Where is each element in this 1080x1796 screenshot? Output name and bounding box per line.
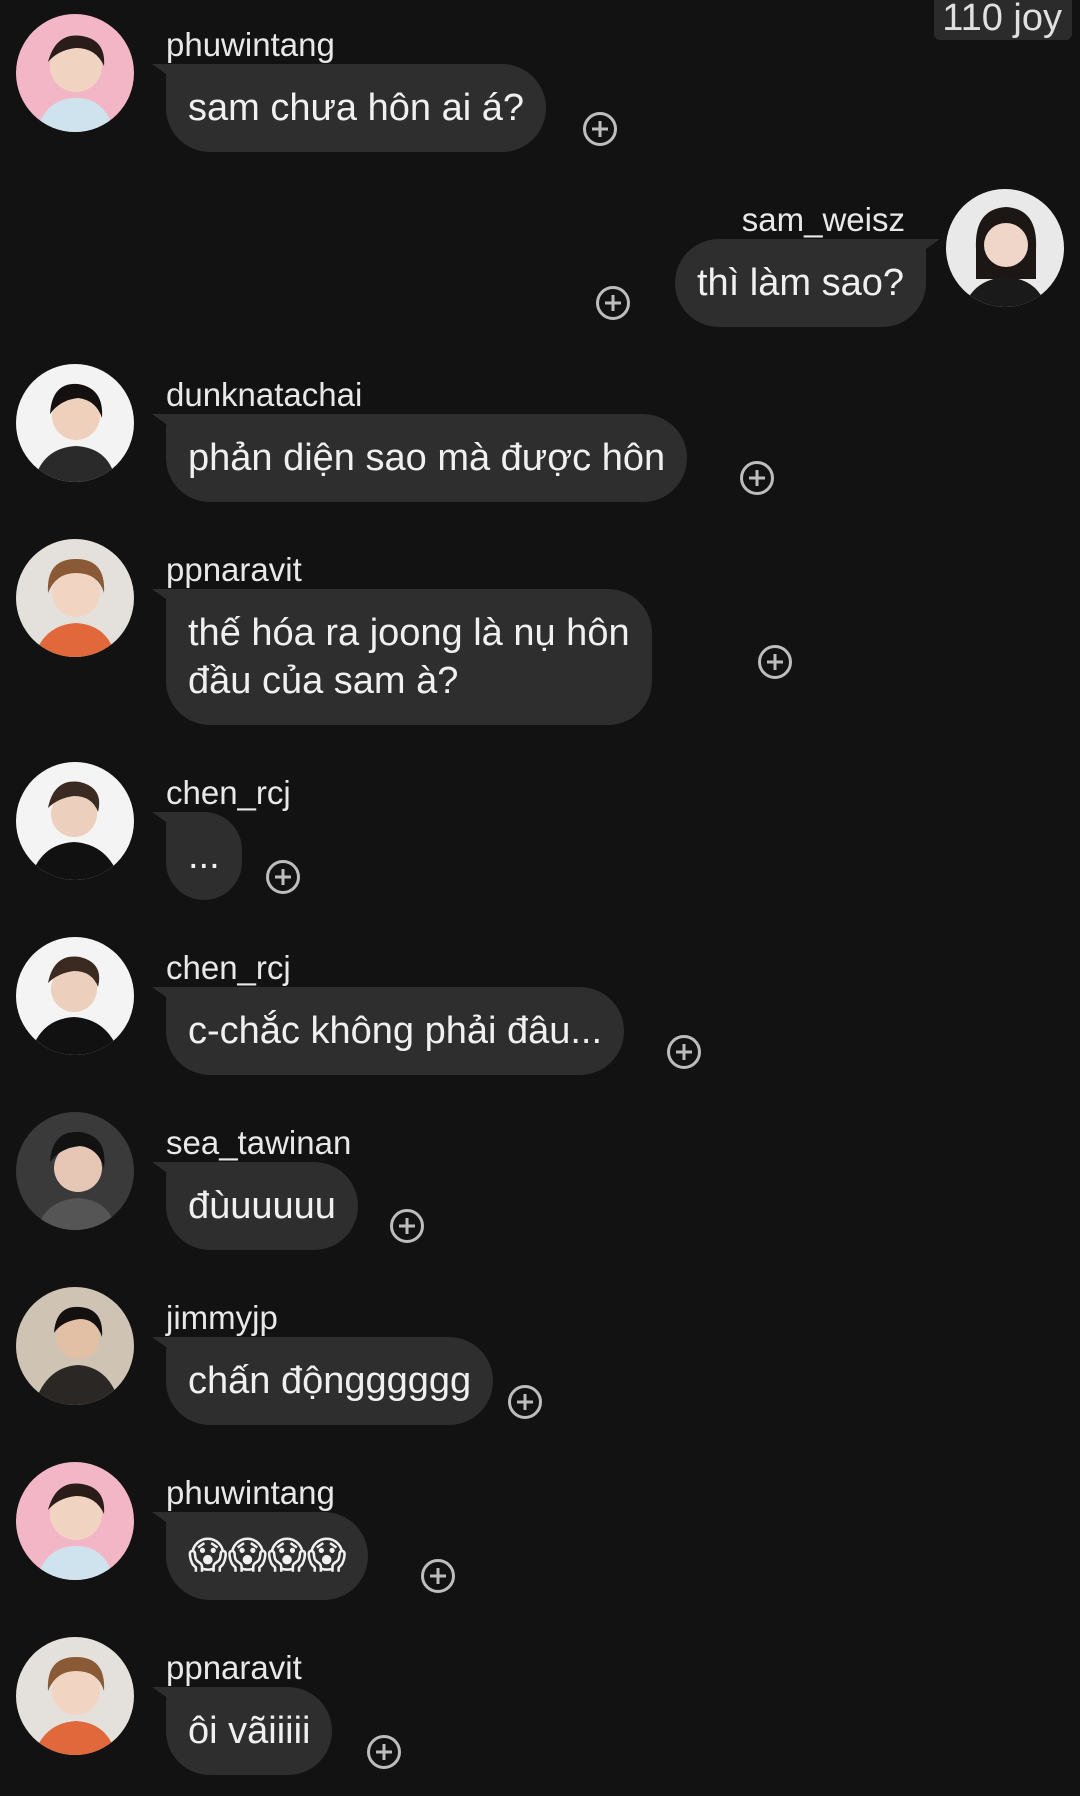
message-row: chen_rcj ... <box>0 762 1080 902</box>
message-row: sam_weisz thì làm sao? <box>0 189 1080 329</box>
message-bubble[interactable]: thế hóa ra joong là nụ hôn đầu của sam à… <box>166 589 652 725</box>
avatar[interactable] <box>16 364 134 482</box>
message-bubble[interactable]: sam chưa hôn ai á? <box>166 64 546 152</box>
avatar[interactable] <box>946 189 1064 307</box>
avatar[interactable] <box>16 14 134 132</box>
add-reaction-icon[interactable] <box>508 1385 542 1419</box>
message-bubble[interactable]: 😱😱😱😱 <box>166 1512 369 1600</box>
avatar[interactable] <box>16 937 134 1055</box>
avatar[interactable] <box>16 1462 134 1580</box>
message-row: ppnaravit thế hóa ra joong là nụ hôn đầu… <box>0 539 1080 729</box>
message-bubble[interactable]: ... <box>166 812 242 900</box>
message-row: phuwintang sam chưa hôn ai á? <box>0 14 1080 154</box>
add-reaction-icon[interactable] <box>758 645 792 679</box>
username: ppnaravit <box>166 1649 302 1686</box>
message-row: chen_rcj c-chắc không phải đâu... <box>0 937 1080 1077</box>
avatar[interactable] <box>16 1287 134 1405</box>
add-reaction-icon[interactable] <box>596 286 630 320</box>
message-row: sea_tawinan đùuuuuu <box>0 1112 1080 1252</box>
message-row: jimmyjp chấn độngggggg <box>0 1287 1080 1427</box>
avatar[interactable] <box>16 539 134 657</box>
message-bubble[interactable]: ôi vãiiiii <box>166 1687 333 1775</box>
add-reaction-icon[interactable] <box>740 461 774 495</box>
username: sam_weisz <box>741 201 905 238</box>
username: chen_rcj <box>166 774 291 811</box>
add-reaction-icon[interactable] <box>421 1559 455 1593</box>
avatar[interactable] <box>16 762 134 880</box>
message-bubble[interactable]: phản diện sao mà được hôn <box>166 414 688 502</box>
add-reaction-icon[interactable] <box>367 1735 401 1769</box>
avatar[interactable] <box>16 1637 134 1755</box>
username: phuwintang <box>166 1474 335 1511</box>
message-row: phuwintang 😱😱😱😱 <box>0 1462 1080 1602</box>
message-bubble[interactable]: thì làm sao? <box>675 239 926 327</box>
username: ppnaravit <box>166 551 302 588</box>
username: phuwintang <box>166 26 335 63</box>
add-reaction-icon[interactable] <box>583 112 617 146</box>
message-bubble[interactable]: đùuuuuu <box>166 1162 358 1250</box>
username: chen_rcj <box>166 949 291 986</box>
avatar[interactable] <box>16 1112 134 1230</box>
message-row: dunknatachai phản diện sao mà được hôn <box>0 364 1080 504</box>
message-bubble[interactable]: c-chắc không phải đâu... <box>166 987 625 1075</box>
message-row: ppnaravit ôi vãiiiii <box>0 1637 1080 1777</box>
username: dunknatachai <box>166 376 363 413</box>
message-bubble[interactable]: chấn độngggggg <box>166 1337 494 1425</box>
username: sea_tawinan <box>166 1124 352 1161</box>
username: jimmyjp <box>166 1299 278 1336</box>
add-reaction-icon[interactable] <box>390 1209 424 1243</box>
add-reaction-icon[interactable] <box>667 1035 701 1069</box>
add-reaction-icon[interactable] <box>266 860 300 894</box>
